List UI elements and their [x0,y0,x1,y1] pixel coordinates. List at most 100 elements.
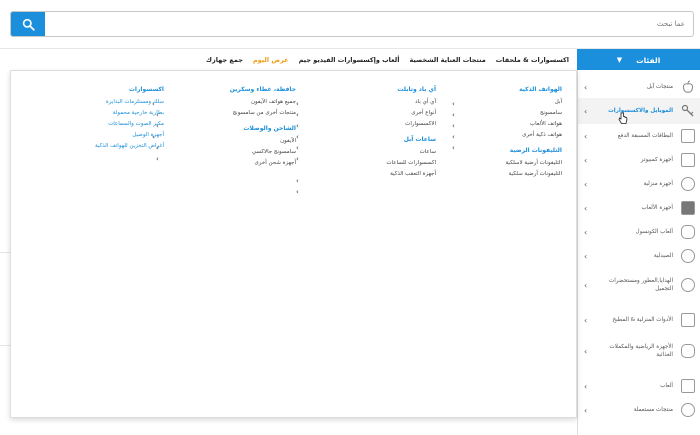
chevron-left-icon: ‹ [584,381,588,391]
chevron-left-icon: ‹ [584,227,588,237]
sidebar-item-computers[interactable]: ‹ أجهزة كمبيوتر [578,148,700,172]
hand-cursor-icon [618,112,628,124]
menu-item[interactable]: الآيفون [216,136,296,147]
search-input[interactable] [51,15,685,33]
search-button[interactable] [11,12,45,36]
menu-item[interactable]: التليفونات أرضية لاسلكية [486,158,562,169]
sidebar-item-label: أجهزة منزلية [643,181,673,187]
nav-link-video-games[interactable]: ألعاب وإكسسوارات الفيديو جيم [299,56,400,64]
chevron-left-icon: ‹ [584,280,588,290]
menu-column-heading[interactable]: ساعات آبل [364,136,436,143]
sidebar-item-prepaid[interactable]: ‹ البطاقات المسبقة الدفع [578,124,700,148]
nav-link-personal-care[interactable]: منتجات العناية الشخصية [409,56,485,64]
sidebar-item-home-kitchen[interactable]: ‹ الأدوات المنزلية & المطبخ [578,308,700,332]
sidebar-item-label: ألعاب الكونسول [635,229,673,235]
sidebar-item-mobile[interactable]: ‹ الموبايل والاكسسوارات [578,98,700,124]
search-icon [22,18,35,31]
menu-column-heading[interactable]: التليفونات الرضية [486,147,562,154]
sidebar-item-label: الأدوات المنزلية & المطبخ [612,317,674,323]
sidebar-item-label: أجهزة الألعاب [641,205,673,211]
chevron-left-icon: ‹ [584,82,588,92]
menu-item[interactable]: جميع هواتف الآيفون [216,97,296,108]
menu-column-heading[interactable]: حافظة، غطاء وسكرين [216,86,296,93]
sidebar-item-gaming-devices[interactable]: ‹ أجهزة الألعاب [578,196,700,220]
menu-item[interactable]: هواتف ذكية أخرى [486,130,562,141]
menu-column-smartphones: الهواتف الذكية آبل سامسونج هواتف الألعاب… [486,86,562,180]
menu-item[interactable]: أنواع أخرى [364,108,436,119]
sidebar-item-label: الهدايا,العطور ومستحضرات التجميل [608,278,673,292]
menu-column-heading[interactable]: آي باد وتابلت [364,86,436,93]
sidebar-item-toys[interactable]: ‹ ألعاب [578,374,700,398]
chevron-left-icon: ‹ [296,100,299,108]
menu-column-heading[interactable]: الشاحن والوصلات [216,125,296,132]
categories-button[interactable]: ▼ الفئات [577,49,700,71]
menu-item[interactable]: أجهزة شحن أخرى [216,158,297,169]
sidebar-item-label: منتجات مستعملة [633,407,673,413]
category-sidebar: ‹ منتجات آبل ‹ الموبايل والاكسسوارات ‹ ا… [577,70,700,435]
chevron-left-icon: ‹ [584,155,588,165]
mega-menu: الهواتف الذكية آبل سامسونج هواتف الألعاب… [10,70,577,418]
categories-label: الفئات [636,55,661,65]
chevron-left-icon: ‹ [452,122,455,130]
chevron-left-icon: ‹ [296,144,299,152]
menu-column-heading[interactable]: اكسسوارات [64,86,164,93]
menu-item[interactable]: سامسونج جالاكسي [216,147,296,158]
sidebar-item-home-appliances[interactable]: ‹ أجهزة منزلية [578,172,700,196]
sidebar-item-label: البطاقات المسبقة الدفع [617,133,673,139]
menu-item[interactable]: أجهزة التعقب الذكية [364,169,436,180]
chevron-left-icon: ‹ [584,405,588,415]
menu-item[interactable]: أجهزة الوصيل [64,130,164,141]
key-icon [681,104,694,117]
dumbbell-icon [681,344,695,358]
pill-icon [681,249,695,263]
chevron-left-icon: ‹ [152,100,155,108]
nav-link-accessories[interactable]: اكسسوارات & ملحقات [496,56,569,64]
chevron-left-icon: ‹ [584,346,588,356]
menu-item[interactable]: آبل [486,97,562,108]
chevron-left-icon: ‹ [584,179,588,189]
menu-item[interactable]: التليفونات أرضية سلكية [486,169,562,180]
menu-item[interactable]: بطارية خارجية محمولة [64,108,164,119]
chevron-left-icon: ‹ [452,111,455,119]
menu-item[interactable]: آي أي باد [364,97,436,108]
card-icon [681,129,695,143]
menu-item[interactable]: سامسونج [486,108,562,119]
sidebar-item-console-games[interactable]: ‹ ألعاب الكونسول [578,220,700,244]
menu-item[interactable]: سلك ومستلزمات البدايرة [64,97,164,108]
sidebar-item-sports[interactable]: ‹ الأجهزة الرياضية والمكملات الغذائية [578,334,700,368]
chevron-down-icon: ▼ [616,56,623,64]
chevron-left-icon: ‹ [584,251,588,261]
perfume-icon [681,278,695,292]
sidebar-item-label: منتجات آبل [646,84,673,90]
menu-item[interactable]: الاكسسوارات [364,119,436,130]
sidebar-item-label: الأجهزة الرياضية والمكملات الغذائية [609,344,673,358]
recycle-icon [681,403,695,417]
nav-link-deal-of-day[interactable]: عرض اليوم [253,56,289,64]
chevron-left-icon: ‹ [296,122,299,130]
menu-column-accessories: اكسسوارات سلك ومستلزمات البدايرة بطارية … [64,86,164,152]
sidebar-item-pharmacy[interactable]: ‹ الصيدلية [578,244,700,268]
sidebar-item-gifts-perfumes[interactable]: ‹ الهدايا,العطور ومستحضرات التجميل [578,268,700,302]
menu-item[interactable]: ساعات [364,147,436,158]
chevron-left-icon: ‹ [152,133,155,141]
menu-item[interactable]: مكبر الصوت والسماعات [64,119,164,130]
chevron-left-icon: ‹ [296,155,299,163]
nav-link-build-device[interactable]: جمع جهازك [206,56,243,64]
menu-item[interactable]: أغراض التخزين للهواتف الذكية [64,141,164,152]
menu-item[interactable]: منتجات أخرى من سامسونج [216,108,296,119]
menu-item[interactable]: هواتف الألعاب [486,119,562,130]
menu-column-heading[interactable]: الهواتف الذكية [486,86,562,93]
sidebar-item-used-products[interactable]: ‹ منتجات مستعملة [578,398,700,422]
menu-column-cases-chargers: حافظة، غطاء وسكرين جميع هواتف الآيفون من… [216,86,296,169]
sidebar-item-apple[interactable]: ‹ منتجات آبل [578,76,700,98]
chevron-left-icon: ‹ [584,315,588,325]
sidebar-item-label: الصيدلية [653,253,673,259]
apple-icon [682,80,694,93]
sidebar-item-label: الموبايل والاكسسوارات [608,108,673,114]
chevron-left-icon: ‹ [296,177,299,185]
menu-item[interactable]: اكسسوارات للساعات [364,158,436,169]
chevron-left-icon: ‹ [584,203,588,213]
chevron-left-icon: ‹ [296,188,299,196]
divider [0,252,10,253]
sidebar-item-label: أجهزة كمبيوتر [640,157,673,163]
